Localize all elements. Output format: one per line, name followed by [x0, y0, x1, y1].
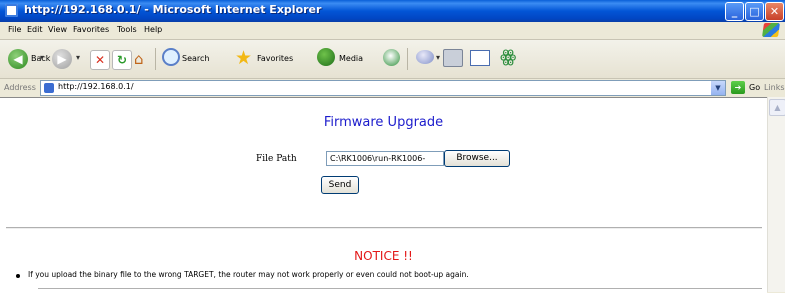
favorites-button-label[interactable]: Favorites	[257, 54, 293, 63]
search-icon[interactable]	[162, 48, 180, 66]
address-label: Address	[4, 83, 36, 92]
windows-logo-icon	[762, 23, 780, 37]
ie-page-icon	[5, 4, 18, 17]
window-title: http://192.168.0.1/ - Microsoft Internet…	[24, 3, 322, 16]
mail-dropdown-icon[interactable]: ▾	[436, 53, 440, 62]
send-button[interactable]: Send	[321, 176, 359, 194]
minimize-button[interactable]: _	[725, 2, 744, 21]
favorites-star-icon[interactable]: ★	[235, 47, 252, 69]
menu-tools[interactable]: Tools	[117, 25, 137, 34]
menu-bar: File Edit View Favorites Tools Help	[0, 22, 785, 40]
search-button-label[interactable]: Search	[182, 54, 209, 63]
title-bar: http://192.168.0.1/ - Microsoft Internet…	[0, 0, 785, 22]
file-path-label: File Path	[256, 154, 297, 164]
bullet-icon	[16, 274, 20, 278]
edit-icon[interactable]	[470, 50, 490, 66]
toolbar-separator	[155, 48, 156, 70]
back-arrow-icon[interactable]: ◀	[8, 49, 28, 69]
address-bar: Address http://192.168.0.1/ ▼ ➔ Go Links	[0, 79, 785, 97]
page-title: Firmware Upgrade	[323, 115, 444, 130]
stop-icon[interactable]: ✕	[90, 50, 110, 70]
media-icon[interactable]	[317, 48, 335, 66]
menu-edit[interactable]: Edit	[27, 25, 43, 34]
history-icon[interactable]	[383, 49, 400, 66]
toolbar: ◀ Back ▾ ▶ ▾ ✕ ↻ ⌂ Search ★ Favorites Me…	[0, 40, 785, 79]
address-url[interactable]: http://192.168.0.1/	[58, 82, 134, 91]
forward-dropdown-icon[interactable]: ▾	[76, 53, 80, 62]
back-dropdown-icon[interactable]: ▾	[40, 53, 44, 62]
notice-item: If you upload the binary file to the wro…	[28, 270, 469, 279]
go-arrow-icon[interactable]: ➔	[731, 81, 745, 94]
page-content: Firmware Upgrade File Path C:\RK1006\run…	[0, 97, 767, 293]
browse-button[interactable]: Browse...	[444, 150, 510, 167]
links-label[interactable]: Links	[764, 83, 785, 92]
file-path-input[interactable]: C:\RK1006\run-RK1006-	[326, 151, 444, 166]
address-input[interactable]: http://192.168.0.1/ ▼	[40, 80, 726, 96]
menu-file[interactable]: File	[8, 25, 21, 34]
close-button[interactable]: ✕	[765, 2, 784, 21]
toolbar-separator	[407, 48, 408, 70]
home-icon[interactable]: ⌂	[134, 50, 144, 68]
address-dropdown-icon[interactable]: ▼	[711, 81, 725, 95]
print-icon[interactable]	[443, 49, 463, 67]
media-button-label[interactable]: Media	[339, 54, 363, 63]
vertical-scrollbar[interactable]: ▲	[767, 97, 785, 292]
page-icon	[44, 83, 54, 93]
divider	[6, 227, 762, 229]
menu-favorites[interactable]: Favorites	[73, 25, 109, 34]
scroll-up-arrow-icon[interactable]: ▲	[769, 99, 785, 116]
mail-icon[interactable]	[416, 50, 434, 64]
go-button-label[interactable]: Go	[749, 83, 760, 92]
refresh-icon[interactable]: ↻	[112, 50, 132, 70]
menu-help[interactable]: Help	[144, 25, 162, 34]
forward-arrow-icon[interactable]: ▶	[52, 49, 72, 69]
maximize-button[interactable]: □	[745, 2, 764, 21]
divider	[38, 288, 762, 289]
messenger-icon[interactable]: ꙮ	[500, 47, 516, 67]
notice-title: NOTICE !!	[354, 249, 413, 263]
menu-view[interactable]: View	[48, 25, 67, 34]
